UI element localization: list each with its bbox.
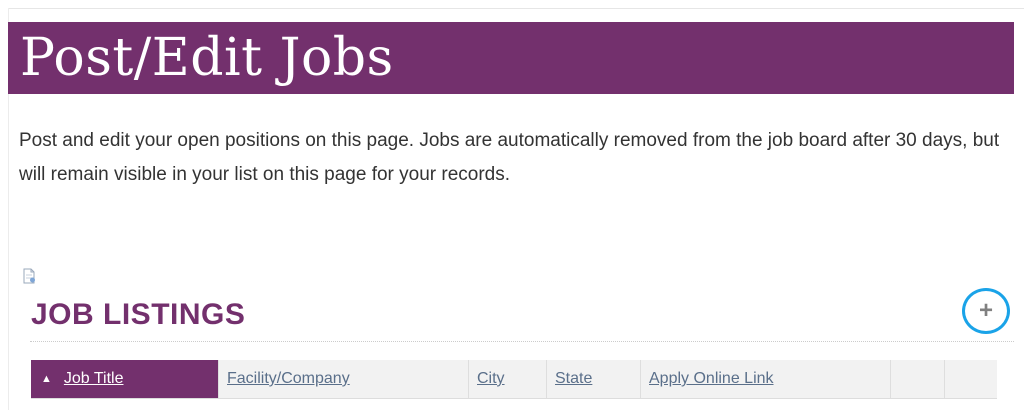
intro-text: Post and edit your open positions on thi… <box>19 130 1000 185</box>
page-title: Post/Edit Jobs <box>20 28 394 88</box>
document-icon[interactable] <box>21 268 37 284</box>
column-link-apply-online-link[interactable]: Apply Online Link <box>649 370 774 388</box>
add-job-button[interactable]: + <box>962 288 1010 334</box>
column-link-city[interactable]: City <box>477 370 505 388</box>
column-header-action-2 <box>945 360 997 398</box>
job-listings-table-header: ▲ Job Title Facility/Company City State … <box>31 360 997 399</box>
column-link-facility-company[interactable]: Facility/Company <box>227 370 350 388</box>
column-header-action-1 <box>891 360 945 398</box>
sort-ascending-icon: ▲ <box>41 373 52 385</box>
column-link-job-title[interactable]: Job Title <box>64 370 124 388</box>
page-frame-top <box>8 8 1024 9</box>
column-header-state[interactable]: State <box>547 360 641 398</box>
job-listings-heading: JOB LISTINGS <box>31 298 246 331</box>
column-header-facility-company[interactable]: Facility/Company <box>219 360 469 398</box>
column-header-city[interactable]: City <box>469 360 547 398</box>
column-link-state[interactable]: State <box>555 370 592 388</box>
section-divider <box>30 341 1014 342</box>
column-header-apply-online-link[interactable]: Apply Online Link <box>641 360 891 398</box>
page-banner: Post/Edit Jobs <box>8 22 1014 94</box>
plus-icon: + <box>978 297 993 324</box>
column-header-job-title[interactable]: ▲ Job Title <box>31 360 219 398</box>
